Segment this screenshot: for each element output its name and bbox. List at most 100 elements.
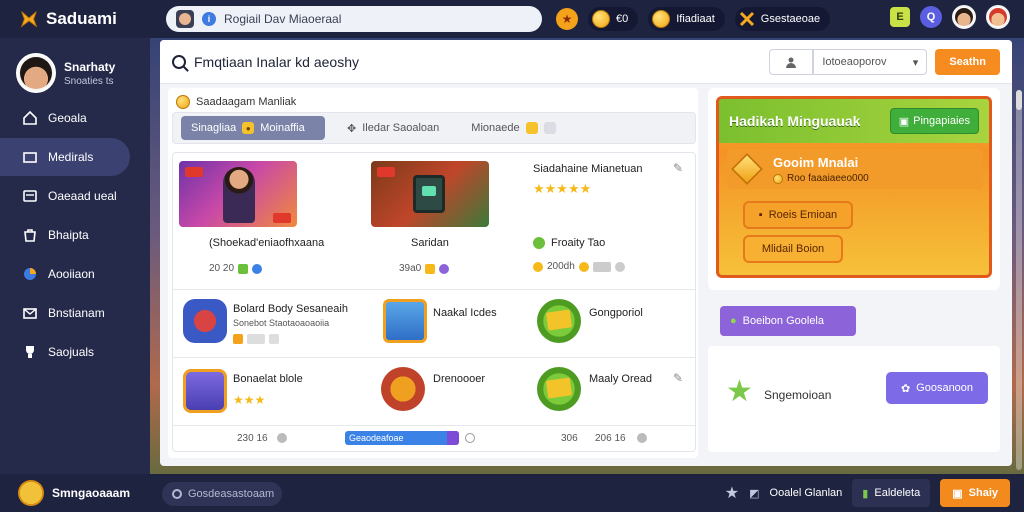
settings-counter[interactable]: Gsestaeoae [734,7,831,31]
item-icon[interactable] [183,369,227,413]
edit-icon[interactable]: ◩ [749,487,759,500]
card-title[interactable]: Saridan [411,237,449,249]
user-avatar[interactable] [986,5,1010,29]
item-title[interactable]: Bolard Body Sesaneaih [233,303,348,315]
robot-art [413,175,445,213]
mail-icon [23,308,37,319]
item-icon[interactable] [537,367,581,411]
profile-name: Snarhaty [64,59,116,74]
sidebar-item-mail[interactable]: Bnstianam [0,294,150,332]
scrollbar-thumb[interactable] [1016,90,1022,110]
reward-button[interactable]: ● Boeibon Goolela [720,306,856,336]
item-icon[interactable] [183,299,227,343]
gift-icon: ▪ [758,209,763,221]
coin-icon [533,261,543,272]
item-icon[interactable] [383,299,427,343]
coin-counter[interactable]: €0 [588,7,639,31]
sidebar-item-trophy[interactable]: Saojuals [0,333,150,371]
tab-label: Mionaede [471,122,520,134]
search-icon[interactable] [172,54,186,69]
top-bar: Saduami i Rogiail Dav Miaoeraal ★ €0 Ifi… [0,0,1024,38]
game-thumbnail[interactable] [179,161,297,227]
footer-pill[interactable]: Geaodeafoae [345,431,459,445]
bottom-action-button[interactable]: ▮ Ealdeleta [852,479,931,507]
tab-badge-icon [543,122,556,134]
grid-footer: 230 16 Geaodeafoae 306 206 16 [173,425,695,451]
avatar [176,10,194,28]
item-icon[interactable] [537,299,581,343]
promo-green-button[interactable]: ▣ Pingapiaies [889,108,979,134]
item-title[interactable]: Drenoooer [433,373,485,385]
pencil-icon[interactable]: ✎ [673,161,683,175]
tab-more[interactable]: Mionaede [461,116,565,140]
bottom-user[interactable]: Smngaoaaam [0,480,160,506]
offer-title: Gooim Mnalai [773,155,859,170]
bottom-play-label: Shaiy [968,487,998,499]
promo-green-label: Pingapiaies [913,115,970,127]
promo-button-label: Mlidail Boion [761,243,825,255]
card-meta-text: 200dh [547,261,575,272]
scrollbar[interactable] [1016,90,1022,470]
check-icon [533,237,545,249]
pencil-icon[interactable]: ✎ [673,371,683,385]
sidebar-item-label: Geoala [48,111,87,125]
item-title[interactable]: Naakal Icdes [433,307,497,319]
sort-select-value: Iotoeaoporov [822,56,887,68]
puzzle-icon: ✥ [347,122,357,135]
card-title[interactable]: (Shoekad'eniaofhxaana [209,237,324,249]
chevron-down-icon: ▾ [912,56,919,69]
radio-icon[interactable] [465,433,475,443]
tab-label: Sinagliaa [191,122,237,134]
invite-button[interactable]: ✿ Goosanoon [886,372,988,404]
item-title[interactable]: Gongporiol [589,307,643,319]
tab-leaders[interactable]: ✥ Iledar Saoaloan [337,116,449,140]
item-title[interactable]: Maaly Oread [589,373,652,385]
sort-select[interactable]: Iotoeaoporov ▾ [813,49,928,75]
gear-icon: ✿ [900,382,911,395]
info-icon: i [202,12,216,26]
news-icon[interactable]: E [890,7,910,27]
quest-icon[interactable]: Q [920,6,942,28]
gem-icon [652,10,671,28]
search-button[interactable]: Seathn [935,49,1000,75]
item-meta [233,334,279,344]
promo-button-secondary[interactable]: Mlidail Boion [743,235,843,263]
pill-end [447,431,459,445]
top-search-text: Rogiail Dav Miaoeraal [224,12,342,26]
coin-icon [425,263,436,274]
brand[interactable]: Saduami [0,8,160,30]
sidebar-item-media[interactable]: Medirals [0,138,130,176]
sidebar-item-list[interactable]: Oaeaad ueal [0,177,150,215]
tab-featured[interactable]: Sinagliaa ● Moinaffia [181,116,325,140]
coin-icon [233,334,243,344]
promo-button-primary[interactable]: ▪ Roeis Emioan [743,201,853,229]
card-meta-text: 39a0 [399,263,422,274]
tab-badge-icon [525,122,538,134]
top-search-bar[interactable]: i Rogiail Dav Miaoeraal [166,6,542,32]
bottom-action-label[interactable]: Ooalel Glanlan [770,487,843,499]
item-title[interactable]: Bonaelat blole [233,373,303,385]
sidebar-item-stats[interactable]: Aooiiaon [0,255,150,293]
sidebar-item-home[interactable]: Geoala [0,99,150,137]
card-title[interactable]: Siadahaine Mianetuan [533,163,642,175]
gem-counter[interactable]: Ifiadiaat [648,7,725,31]
globe-icon [252,263,263,274]
filter-button[interactable] [769,49,814,75]
profile[interactable]: Snarhaty Snoaties ts [0,38,150,98]
sidebar-item-shop[interactable]: Bhaipta [0,216,150,254]
friend-avatar[interactable] [952,5,976,29]
item-icon[interactable] [381,367,425,411]
game-thumbnail[interactable] [371,161,489,227]
tab-badge-label: Moinaffia [260,122,305,134]
list-icon [23,190,37,202]
bottom-play-button[interactable]: ▣ Shaiy [940,479,1010,507]
invite-card: ★ Sngemoioan ✿ Goosanoon [708,346,1000,452]
clock-icon [614,261,625,272]
card-title-row[interactable]: Froaity Tao [533,237,605,249]
divider [173,289,695,290]
leaf-icon [238,263,249,274]
user-icon [786,57,797,68]
star-icon[interactable]: ★ [725,483,739,503]
star-badge-icon[interactable]: ★ [556,8,578,30]
bottom-search-input[interactable]: Gosdeasastoaam [162,482,282,506]
